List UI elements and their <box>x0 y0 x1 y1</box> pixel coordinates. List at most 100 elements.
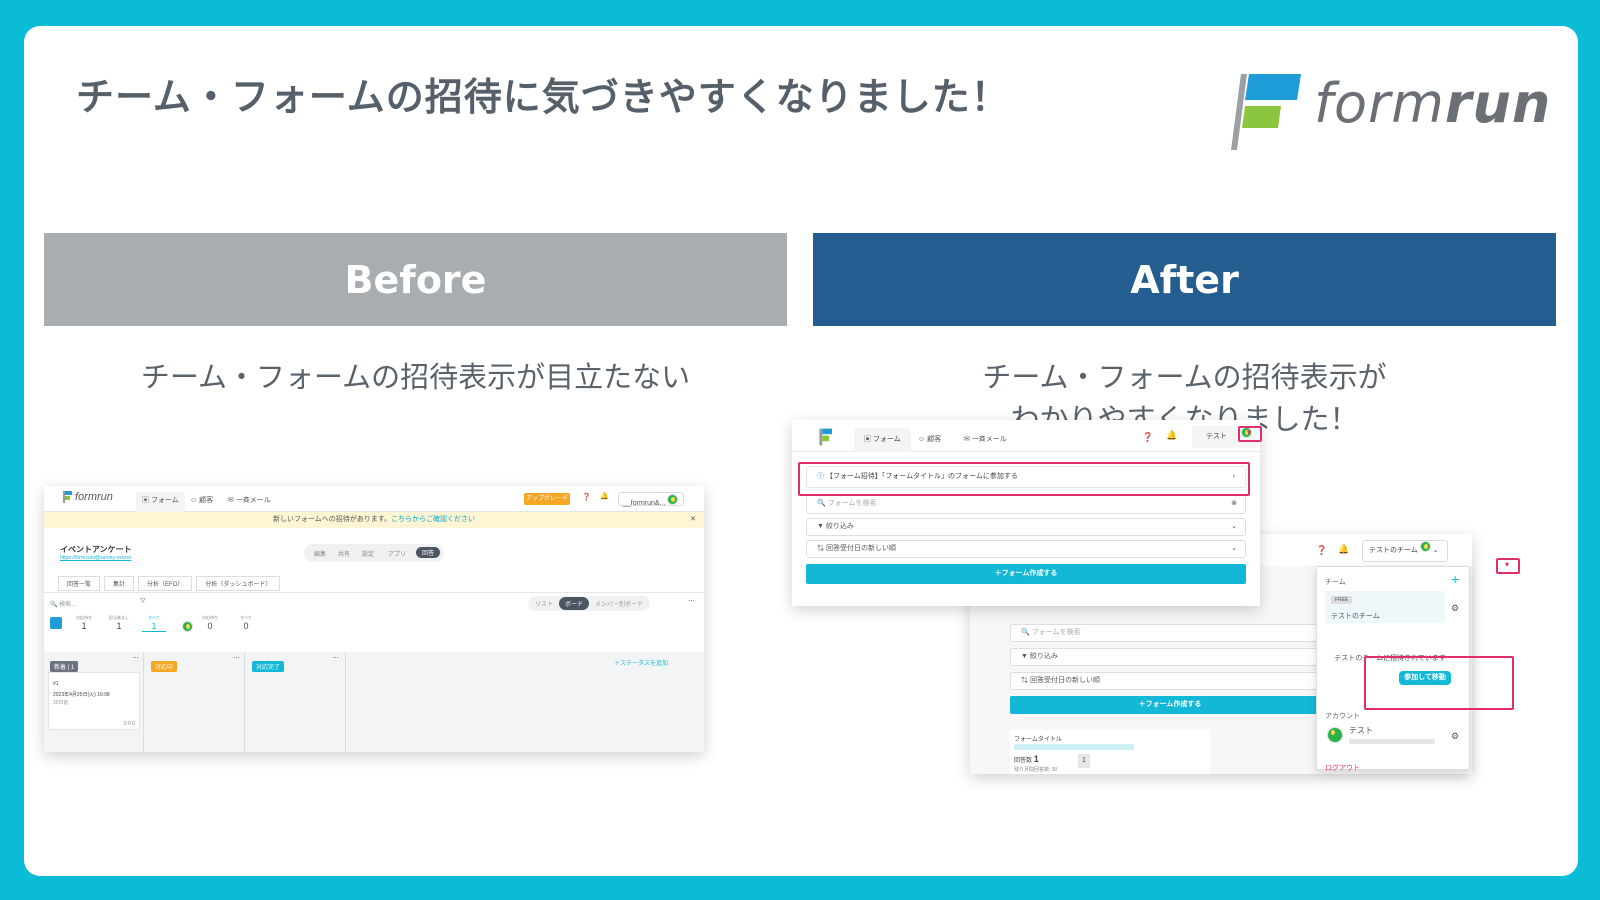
member-avatar <box>182 621 193 632</box>
column-label: 対応完了 <box>252 661 285 672</box>
subtab-summary[interactable]: 集計 <box>104 576 135 591</box>
app-logo[interactable] <box>818 428 833 446</box>
add-status-link[interactable]: ＋ステータスを追加 <box>614 658 668 667</box>
create-form-button[interactable]: ＋フォーム作成する <box>806 564 1246 584</box>
account-gear-icon[interactable]: ⚙ <box>1451 731 1459 742</box>
form-header: イベントアンケート https://form.run/@survey-xxxxx… <box>44 528 704 592</box>
column-label: 新着 | 1 <box>50 661 79 672</box>
column-more-icon[interactable]: ⋯ <box>132 654 139 662</box>
account-avatar <box>1327 727 1343 743</box>
column-new: 新着 | 1 ⋯ #1 2023年4月25日(火) 16:08 30日前 0 0… <box>44 652 144 752</box>
segment-settings[interactable]: 設定 <box>362 549 374 558</box>
avatar <box>667 494 679 505</box>
help-icon[interactable]: ❓ <box>582 493 591 501</box>
invite-notice: 新しいフォームへの招待があります。こちらからご確認ください ✕ <box>44 512 704 528</box>
filter-dropdown[interactable]: ▼ 絞り込み ⌄ <box>806 518 1246 536</box>
column-in-progress: 対応中 ⋯ <box>145 652 245 752</box>
form-url-blurred <box>1014 744 1134 750</box>
tab-customers[interactable]: ☺ 顧客 <box>918 434 941 444</box>
view-toggle: リスト ボード メンバー別ボード <box>528 596 651 611</box>
formrun-logo: formrun <box>1229 70 1559 150</box>
flag-icon <box>62 491 72 504</box>
segment-share[interactable]: 共有 <box>338 549 350 558</box>
board-toolbar: 🔍 検索... ⛛ リスト ボード メンバー別ボード ⋯ 対応待ち 1 担当者なし… <box>44 592 704 652</box>
segment-responses[interactable]: 回答 <box>416 547 441 558</box>
caret-down-icon[interactable]: ▾ <box>1505 560 1509 569</box>
subtab-list[interactable]: 回答一覧 <box>58 576 101 591</box>
subtabs: 回答一覧 集計 分析（EFO） 分析（ダッシュボード） <box>58 576 281 591</box>
app-logo[interactable]: formrun <box>62 491 113 504</box>
upgrade-button[interactable]: アップグレード <box>524 493 570 505</box>
bell-icon[interactable]: 🔔 <box>1338 544 1349 555</box>
filter-icon[interactable]: ⛛ <box>140 598 146 606</box>
close-icon[interactable]: ✕ <box>690 512 696 528</box>
add-team-icon[interactable]: + <box>1451 571 1459 587</box>
column-more-icon[interactable]: ⋯ <box>332 654 339 662</box>
tab-bulk-mail[interactable]: ✉ 一斉メール <box>222 492 277 508</box>
response-card[interactable]: #1 2023年4月25日(火) 16:08 30日前 0 0 0 <box>48 672 140 730</box>
help-icon[interactable]: ❓ <box>1142 432 1153 443</box>
team-invite-highlight <box>1364 656 1514 710</box>
caret-down-icon[interactable]: ▾ <box>1247 428 1251 437</box>
email-blurred <box>1349 739 1435 744</box>
view-member-board[interactable]: メンバー別ボード <box>589 597 649 610</box>
after-banner: After <box>813 233 1556 326</box>
tab-bulk-mail[interactable]: ✉ 一斉メール <box>964 434 1007 444</box>
filter-dropdown[interactable]: ▼ 絞り込み <box>1010 648 1330 666</box>
before-screenshot: formrun ▣ フォーム ☺ 顧客 ✉ 一斉メール アップグレード ❓ 🔔 … <box>44 486 704 752</box>
avatar <box>1419 541 1431 552</box>
bell-icon[interactable]: 🔔 <box>600 492 609 500</box>
user-icon <box>50 617 62 629</box>
counters: 対応待ち 1 担当者なし 1 すべて 1 対応待ち 0 すべて 0 <box>76 615 252 632</box>
response-count-badge: 1 <box>1078 754 1090 768</box>
segment-control: 編集 共有 設定 アプリ 回答 <box>304 544 444 562</box>
column-more-icon[interactable]: ⋯ <box>233 654 240 662</box>
gear-icon[interactable]: ⚙ <box>1451 603 1459 614</box>
view-board[interactable]: ボード <box>559 597 590 610</box>
bell-icon[interactable]: 🔔 <box>1166 430 1177 441</box>
create-form-button[interactable]: ＋フォーム作成する <box>1010 696 1330 714</box>
plan-badge: FREE <box>1331 596 1353 604</box>
form-invite-highlight <box>798 462 1250 496</box>
logout-link[interactable]: ログアウト <box>1325 763 1360 773</box>
more-icon[interactable]: ⋯ <box>688 597 695 605</box>
form-title: イベントアンケート <box>60 545 132 554</box>
top-nav: formrun ▣ フォーム ☺ 顧客 ✉ 一斉メール アップグレード ❓ 🔔 … <box>44 486 704 512</box>
flag-icon <box>818 428 832 446</box>
sort-dropdown[interactable]: ⇅ 回答受付日の新しい順 <box>1010 672 1330 690</box>
segment-edit[interactable]: 編集 <box>314 549 326 558</box>
before-caption: チーム・フォームの招待表示が目立たない <box>140 360 691 394</box>
form-url-link[interactable]: https://form.run/@survey-xxxxxx <box>60 555 131 561</box>
after-front-window: ▣ フォーム ☺ 顧客 ✉ 一斉メール ❓ 🔔 テスト 🔍 フォームを検索 ⊗ ▼… <box>792 420 1260 606</box>
tab-forms[interactable]: ▣ フォーム <box>136 492 185 512</box>
formrun-wordmark: formrun <box>1314 72 1552 135</box>
search-input[interactable]: 🔍 検索... <box>50 599 76 608</box>
account-name: テスト <box>1349 726 1373 735</box>
team-header: チーム <box>1325 579 1346 586</box>
subtab-efo[interactable]: 分析（EFO） <box>138 576 193 591</box>
account-menu[interactable]: テストのチーム ⌄ <box>1362 540 1448 562</box>
tab-forms[interactable]: ▣ フォーム <box>854 428 911 452</box>
account-header: アカウント <box>1325 713 1360 720</box>
column-done: 対応完了 ⋯ <box>246 652 346 752</box>
after-caption-line1: チーム・フォームの招待表示が <box>982 360 1387 394</box>
segment-apps[interactable]: アプリ <box>388 549 406 558</box>
chevron-down-icon: ⌄ <box>1231 545 1237 552</box>
chevron-down-icon: ⌄ <box>1231 523 1237 530</box>
form-card[interactable]: フォームタイトル 回答数 1 残り月間回答数: 30 1 <box>1010 730 1210 774</box>
invite-notice-link[interactable]: こちらからご確認ください <box>391 516 475 523</box>
help-icon[interactable]: ❓ <box>1316 545 1327 556</box>
account-menu[interactable]: __formrun&... <box>618 492 684 507</box>
sort-dropdown[interactable]: ⇅ 回答受付日の新しい順 ⌄ <box>806 540 1246 558</box>
team-item[interactable]: FREE テストのチーム <box>1325 591 1445 623</box>
search-input[interactable]: 🔍 フォームを検索 ⊗ <box>806 494 1246 514</box>
search-input[interactable]: 🔍 フォームを検索 <box>1010 624 1330 642</box>
before-banner: Before <box>44 233 787 326</box>
top-nav: ▣ フォーム ☺ 顧客 ✉ 一斉メール ❓ 🔔 テスト <box>792 420 1260 452</box>
view-list[interactable]: リスト <box>529 597 559 610</box>
team-name: テストのチーム <box>1331 613 1380 620</box>
formrun-flag-icon <box>1231 74 1301 150</box>
subtab-dashboard[interactable]: 分析（ダッシュボード） <box>196 576 281 591</box>
tab-customers[interactable]: ☺ 顧客 <box>184 492 219 508</box>
clear-icon[interactable]: ⊗ <box>1231 495 1237 513</box>
